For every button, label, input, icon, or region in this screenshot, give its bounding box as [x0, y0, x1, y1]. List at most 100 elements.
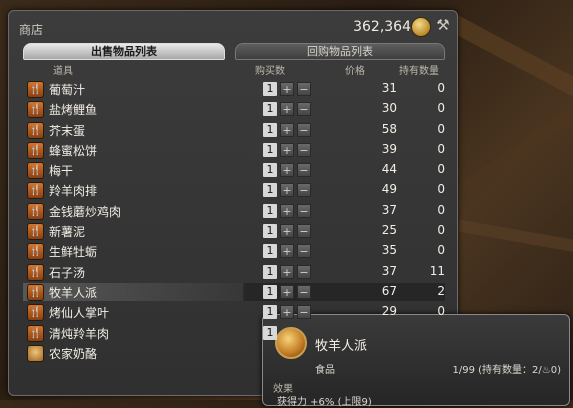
quantity-input[interactable]: 1 — [263, 284, 277, 299]
background-beam — [463, 101, 573, 193]
item-price: 30 — [381, 101, 397, 116]
item-price: 39 — [381, 141, 397, 156]
item-tooltip: 牧羊人派 食品 1/99 (持有数量：2/♨0) 效果 获得力 +6% (上限9… — [262, 314, 570, 408]
header-price: 价格 — [345, 66, 365, 77]
item-name: 盐烤鲤鱼 — [49, 103, 98, 118]
utensils-icon: 🍴 — [27, 304, 44, 322]
cheese-icon — [27, 344, 44, 362]
quantity-input[interactable]: 1 — [263, 325, 277, 340]
plus-button[interactable]: + — [280, 305, 294, 320]
item-price: 37 — [381, 263, 397, 278]
background-beam — [438, 9, 573, 129]
item-name: 羚羊肉排 — [49, 184, 98, 199]
utensils-icon: 🍴 — [27, 223, 44, 241]
plus-button[interactable]: + — [280, 122, 294, 137]
minus-button[interactable]: − — [297, 305, 311, 320]
list-item[interactable]: 🍴 盐烤鲤鱼 1 + − 30 0 — [23, 99, 445, 119]
minus-button[interactable]: − — [297, 122, 311, 137]
quantity-input[interactable]: 1 — [263, 122, 277, 137]
header-owned: 持有数量 — [399, 66, 439, 77]
list-item[interactable]: 🍴 生鲜牡蛎 1 + − 35 0 — [23, 241, 445, 261]
quantity-input[interactable]: 1 — [263, 142, 277, 157]
plus-button[interactable]: + — [280, 224, 294, 239]
plus-button[interactable]: + — [280, 163, 294, 178]
list-item[interactable]: 🍴 梅干 1 + − 44 0 — [23, 160, 445, 180]
item-owned: 0 — [437, 141, 445, 156]
item-price: 58 — [381, 121, 397, 136]
list-item[interactable]: 🍴 新薯泥 1 + − 25 0 — [23, 221, 445, 241]
item-name: 清炖羚羊肉 — [49, 326, 110, 341]
item-owned: 0 — [437, 243, 445, 258]
plus-button[interactable]: + — [280, 102, 294, 117]
utensils-icon: 🍴 — [27, 202, 44, 220]
item-name: 梅干 — [49, 164, 74, 179]
item-owned: 0 — [437, 182, 445, 197]
minus-button[interactable]: − — [297, 203, 311, 218]
utensils-icon: 🍴 — [27, 263, 44, 281]
quantity-input[interactable]: 1 — [263, 305, 277, 320]
utensils-icon: 🍴 — [27, 283, 44, 301]
item-name: 农家奶酪 — [49, 346, 98, 361]
tab-sell-list[interactable]: 出售物品列表 — [23, 43, 225, 60]
minus-button[interactable]: − — [297, 183, 311, 198]
quantity-input[interactable]: 1 — [263, 244, 277, 259]
tooltip-stack-hq: 0) — [550, 365, 561, 376]
quantity-input[interactable]: 1 — [263, 264, 277, 279]
item-price: 29 — [381, 304, 397, 319]
list-item[interactable]: 🍴 石子汤 1 + − 37 11 — [23, 262, 445, 282]
minus-button[interactable]: − — [297, 142, 311, 157]
list-item[interactable]: 🍴 葡萄汁 1 + − 31 0 — [23, 79, 445, 99]
utensils-icon: 🍴 — [27, 182, 44, 200]
item-price: 67 — [381, 283, 397, 298]
item-owned: 0 — [437, 202, 445, 217]
list-item[interactable]: 🍴 羚羊肉排 1 + − 49 0 — [23, 180, 445, 200]
quantity-input[interactable]: 1 — [263, 163, 277, 178]
utensils-icon: 🍴 — [27, 324, 44, 342]
minus-button[interactable]: − — [297, 82, 311, 96]
coin-icon — [411, 17, 431, 37]
item-owned: 0 — [437, 304, 445, 319]
window-title: 商店 — [19, 23, 44, 37]
item-name: 新薯泥 — [49, 225, 86, 240]
item-owned: 2 — [437, 283, 445, 298]
plus-button[interactable]: + — [280, 82, 294, 96]
tools-icon[interactable]: ⚒ — [434, 16, 452, 34]
plus-button[interactable]: + — [280, 203, 294, 218]
minus-button[interactable]: − — [297, 224, 311, 239]
plus-button[interactable]: + — [280, 183, 294, 198]
item-price: 49 — [381, 182, 397, 197]
tooltip-item-name: 牧羊人派 — [315, 339, 368, 354]
list-item[interactable]: 🍴 金钱蘑炒鸡肉 1 + − 37 0 — [23, 201, 445, 221]
list-item-selected[interactable]: 🍴 牧羊人派 1 + − 67 2 — [23, 282, 445, 302]
quantity-input[interactable]: 1 — [263, 183, 277, 198]
item-name: 蜂蜜松饼 — [49, 143, 98, 158]
item-owned: 0 — [437, 223, 445, 238]
plus-button[interactable]: + — [280, 264, 294, 279]
plus-button[interactable]: + — [280, 244, 294, 259]
quantity-input[interactable]: 1 — [263, 102, 277, 117]
quantity-input[interactable]: 1 — [263, 224, 277, 239]
utensils-icon: 🍴 — [27, 121, 44, 139]
tab-buyback-list[interactable]: 回购物品列表 — [235, 43, 445, 60]
header-item: 道具 — [53, 66, 73, 77]
item-name: 金钱蘑炒鸡肉 — [49, 204, 122, 219]
plus-button[interactable]: + — [280, 284, 294, 299]
background-beam — [457, 219, 573, 253]
item-price: 35 — [381, 243, 397, 258]
column-headers: 道具 购买数 价格 持有数量 — [23, 62, 445, 77]
list-item[interactable]: 🍴 芥末蛋 1 + − 58 0 — [23, 120, 445, 140]
minus-button[interactable]: − — [297, 163, 311, 178]
minus-button[interactable]: − — [297, 264, 311, 279]
minus-button[interactable]: − — [297, 284, 311, 299]
utensils-icon: 🍴 — [27, 162, 44, 180]
item-owned: 0 — [437, 121, 445, 136]
plus-button[interactable]: + — [280, 142, 294, 157]
quantity-input[interactable]: 1 — [263, 203, 277, 218]
header-qty: 购买数 — [255, 66, 285, 77]
minus-button[interactable]: − — [297, 102, 311, 117]
list-item[interactable]: 🍴 蜂蜜松饼 1 + − 39 0 — [23, 140, 445, 160]
quantity-input[interactable]: 1 — [263, 82, 277, 96]
item-price: 25 — [381, 223, 397, 238]
hq-icon: ♨ — [541, 365, 551, 376]
minus-button[interactable]: − — [297, 244, 311, 259]
